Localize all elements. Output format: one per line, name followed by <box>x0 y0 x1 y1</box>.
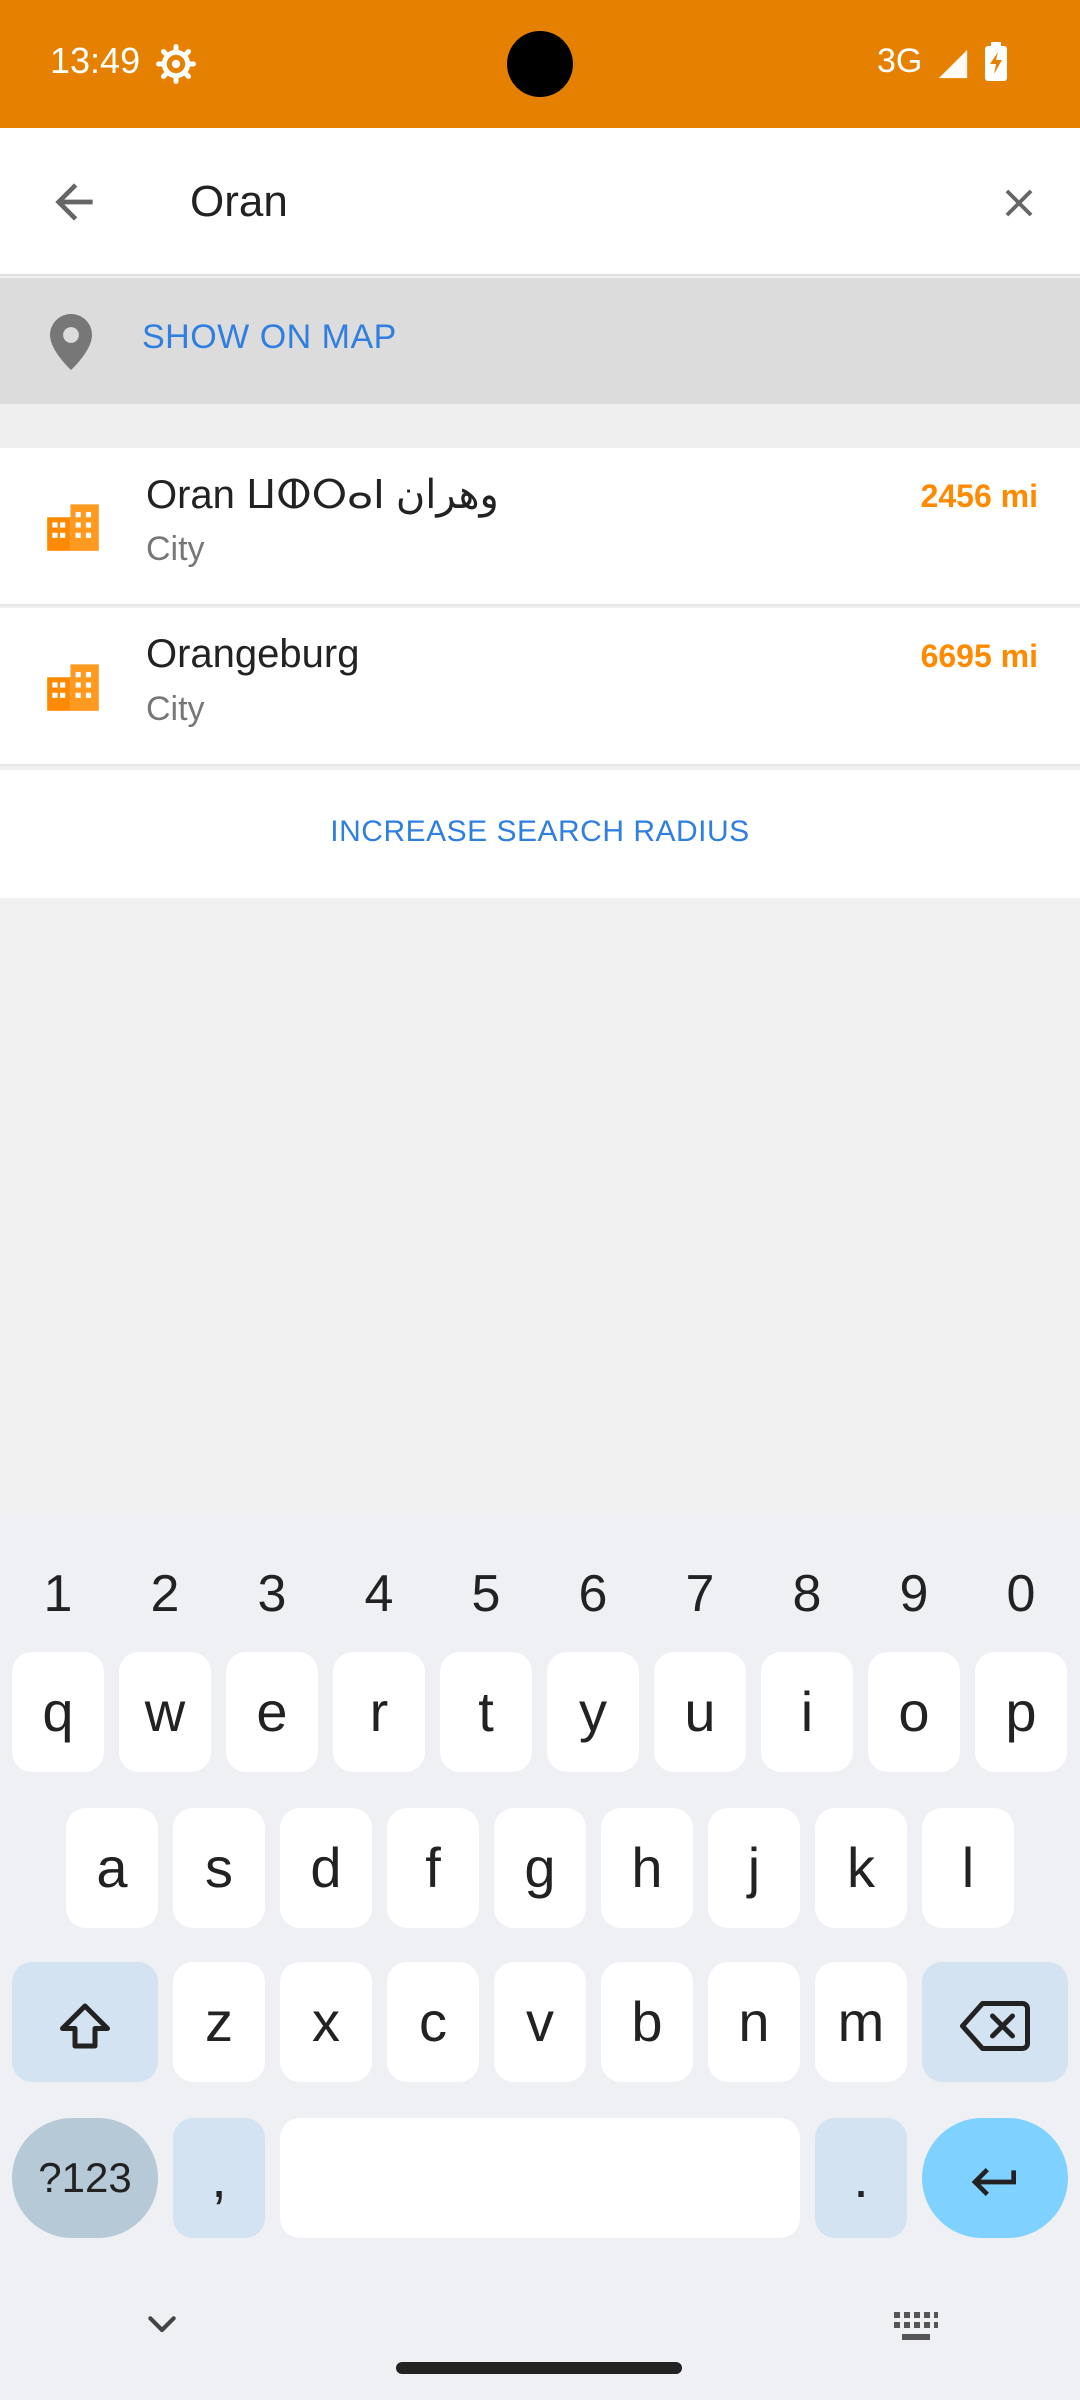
key-n[interactable]: n <box>708 1962 800 2082</box>
key-h[interactable]: h <box>601 1808 693 1928</box>
result-type: City <box>146 690 205 728</box>
show-on-map-label: SHOW ON MAP <box>142 318 397 356</box>
key-k[interactable]: k <box>815 1808 907 1928</box>
shift-key[interactable] <box>12 1962 158 2082</box>
arrow-back-icon <box>55 183 93 221</box>
search-result-item[interactable]: Orangeburg 6695 mi City <box>0 608 1080 766</box>
key-j[interactable]: j <box>708 1808 800 1928</box>
key-w[interactable]: w <box>119 1652 211 1772</box>
show-on-map-button[interactable]: SHOW ON MAP <box>0 278 1080 404</box>
key-s[interactable]: s <box>173 1808 265 1928</box>
key-b[interactable]: b <box>601 1962 693 2082</box>
key-p[interactable]: p <box>975 1652 1067 1772</box>
search-result-item[interactable]: Oran ⵡⵀⵔⴰⵏ وهران 2456 mi City <box>0 448 1080 606</box>
space-key[interactable] <box>280 2118 800 2238</box>
key-c[interactable]: c <box>387 1962 479 2082</box>
battery-charging-icon <box>985 42 1007 81</box>
status-bar: 13:49 3G <box>0 0 1080 128</box>
key-l[interactable]: l <box>922 1808 1014 1928</box>
key-g[interactable]: g <box>494 1808 586 1928</box>
increase-search-radius-button[interactable]: INCREASE SEARCH RADIUS <box>42 790 1038 874</box>
backspace-icon <box>960 2001 1030 2052</box>
enter-icon <box>971 2168 1016 2197</box>
soft-keyboard: 1 2 3 4 5 6 7 8 9 0 q w e r t y u i o p … <box>0 1516 1080 2400</box>
key-x[interactable]: x <box>280 1962 372 2082</box>
result-type: City <box>146 530 205 568</box>
city-icon <box>47 664 99 711</box>
hide-keyboard-icon[interactable] <box>142 2310 182 2340</box>
key-5[interactable]: 5 <box>436 1544 536 1644</box>
key-2[interactable]: 2 <box>115 1544 215 1644</box>
network-type: 3G <box>877 42 923 80</box>
back-button[interactable] <box>0 128 148 276</box>
result-name: Orangeburg <box>146 632 360 676</box>
clear-search-button[interactable] <box>954 138 1080 266</box>
map-pin-icon <box>50 314 92 370</box>
section-divider <box>0 404 1080 446</box>
keyboard-switch-icon[interactable] <box>892 2308 940 2344</box>
result-distance: 6695 mi <box>920 638 1038 674</box>
key-i[interactable]: i <box>761 1652 853 1772</box>
search-bar <box>0 128 1080 276</box>
signal-icon <box>938 49 968 79</box>
key-u[interactable]: u <box>654 1652 746 1772</box>
key-y[interactable]: y <box>547 1652 639 1772</box>
key-a[interactable]: a <box>66 1808 158 1928</box>
settings-gear-icon <box>156 44 196 84</box>
key-q[interactable]: q <box>12 1652 104 1772</box>
city-icon <box>47 504 99 551</box>
key-8[interactable]: 8 <box>757 1544 857 1644</box>
result-distance: 2456 mi <box>920 478 1038 514</box>
keyboard-footer <box>0 2296 1080 2400</box>
key-o[interactable]: o <box>868 1652 960 1772</box>
clock: 13:49 <box>50 40 141 81</box>
result-name: Oran ⵡⵀⵔⴰⵏ وهران <box>146 473 499 517</box>
key-d[interactable]: d <box>280 1808 372 1928</box>
key-6[interactable]: 6 <box>543 1544 643 1644</box>
search-input[interactable] <box>190 170 930 234</box>
key-9[interactable]: 9 <box>864 1544 964 1644</box>
period-key[interactable]: . <box>815 2118 907 2238</box>
key-3[interactable]: 3 <box>222 1544 322 1644</box>
front-camera <box>507 31 573 97</box>
enter-key[interactable] <box>922 2118 1068 2238</box>
shift-icon <box>60 2003 110 2049</box>
key-e[interactable]: e <box>226 1652 318 1772</box>
key-v[interactable]: v <box>494 1962 586 2082</box>
key-m[interactable]: m <box>815 1962 907 2082</box>
key-1[interactable]: 1 <box>8 1544 108 1644</box>
backspace-key[interactable] <box>922 1962 1068 2082</box>
key-t[interactable]: t <box>440 1652 532 1772</box>
key-f[interactable]: f <box>387 1808 479 1928</box>
key-7[interactable]: 7 <box>650 1544 750 1644</box>
key-4[interactable]: 4 <box>329 1544 429 1644</box>
symbols-key[interactable]: ?123 <box>12 2118 158 2238</box>
key-r[interactable]: r <box>333 1652 425 1772</box>
increase-radius-section: INCREASE SEARCH RADIUS <box>0 770 1080 898</box>
home-indicator[interactable] <box>396 2362 682 2374</box>
key-z[interactable]: z <box>173 1962 265 2082</box>
number-row: 1 2 3 4 5 6 7 8 9 0 <box>0 1544 1080 1644</box>
close-icon <box>1005 189 1033 217</box>
comma-key[interactable]: , <box>173 2118 265 2238</box>
key-0[interactable]: 0 <box>971 1544 1071 1644</box>
